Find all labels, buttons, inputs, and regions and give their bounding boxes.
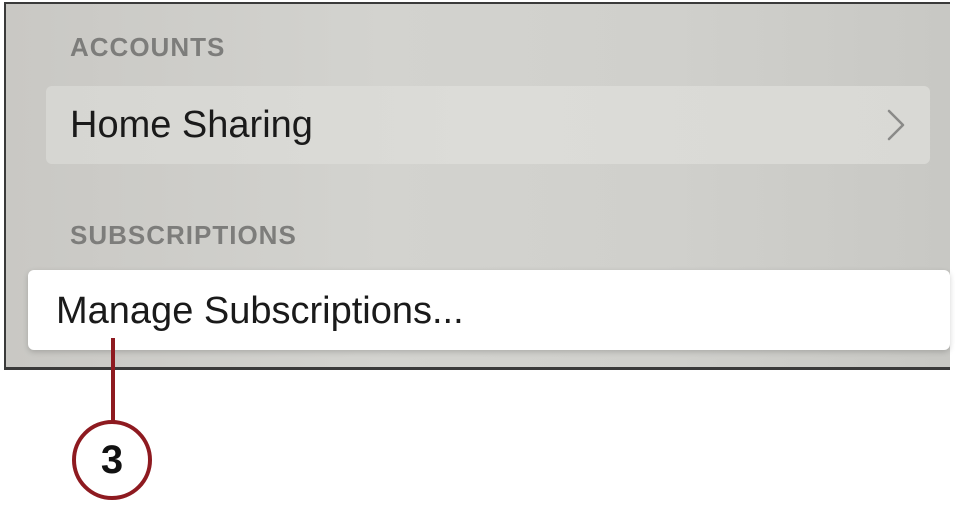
callout-step-badge: 3 (72, 420, 152, 500)
callout-step-number: 3 (100, 438, 124, 482)
callout-leader-line (111, 338, 115, 422)
manage-subscriptions-row[interactable]: Manage Subscriptions... (28, 270, 950, 350)
accounts-section-header: ACCOUNTS (70, 32, 226, 62)
home-sharing-label: Home Sharing (70, 104, 313, 146)
subscriptions-section-header: SUBSCRIPTIONS (70, 220, 297, 250)
home-sharing-row[interactable]: Home Sharing (46, 86, 930, 164)
chevron-right-icon (887, 109, 905, 141)
manage-subscriptions-label: Manage Subscriptions... (56, 290, 464, 332)
tv-settings-screen: ACCOUNTS Home Sharing SUBSCRIPTIONS Mana… (4, 2, 950, 370)
